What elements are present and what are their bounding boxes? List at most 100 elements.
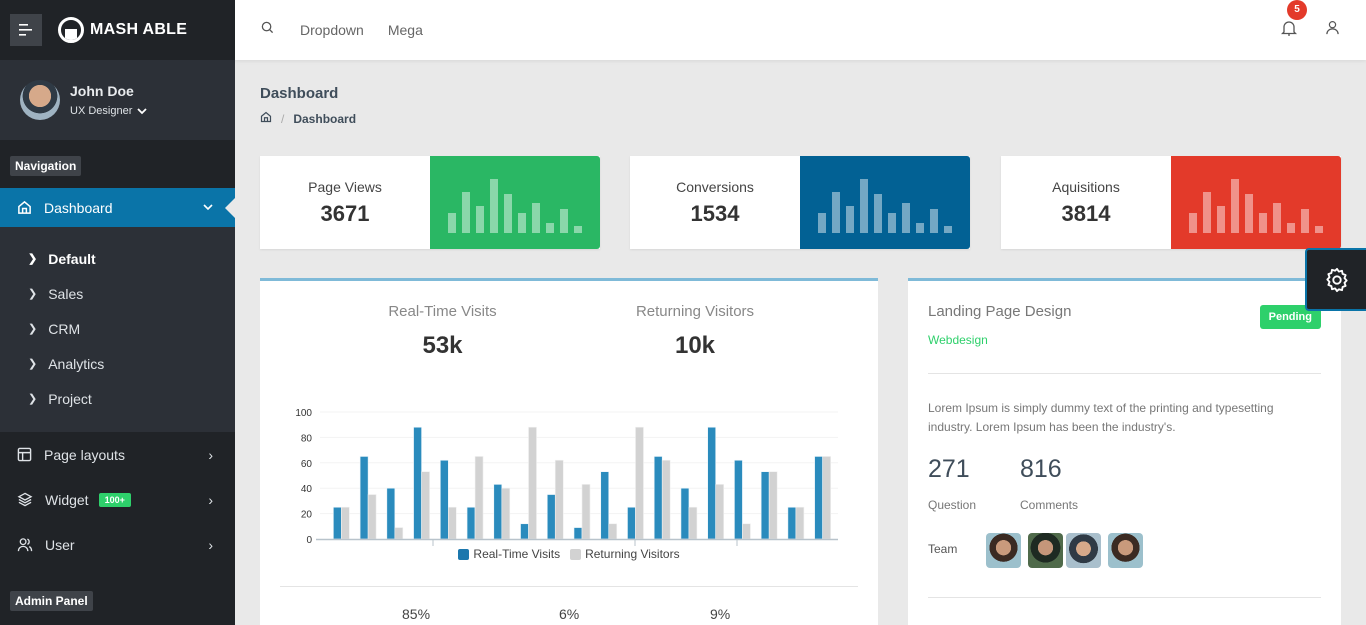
bar-real-time-visits <box>814 456 823 540</box>
breadcrumb: / Dashboard <box>260 111 356 126</box>
team-member-avatar[interactable] <box>1066 533 1101 568</box>
team-member-avatar[interactable] <box>986 533 1021 568</box>
bar-real-time-visits <box>359 456 369 540</box>
search-button[interactable] <box>261 21 274 39</box>
percentage-value: 9% <box>710 606 731 622</box>
sparkline-bar <box>902 203 910 233</box>
admin-panel-caption: Admin Panel <box>10 591 93 611</box>
sparkline-bar <box>1217 205 1225 233</box>
submenu-item-analytics[interactable]: ❯ Analytics <box>0 346 235 381</box>
submenu-label: Default <box>48 250 96 267</box>
kpi-label: Returning Visitors <box>635 303 755 320</box>
bar-returning-visitors <box>394 527 404 540</box>
comments-count: 816 <box>1020 455 1062 483</box>
breadcrumb-home[interactable] <box>260 111 272 126</box>
kpi-returning-visitors: Returning Visitors 10k <box>620 303 770 360</box>
user-role: UX Designer <box>70 105 133 117</box>
sparkline-bar <box>1245 194 1253 233</box>
bar-real-time-visits <box>493 484 503 540</box>
bar-real-time-visits <box>573 527 583 540</box>
sparkline-bar <box>518 212 526 233</box>
breadcrumb-separator: / <box>281 111 285 126</box>
chevron-right-icon: ❯ <box>28 358 38 370</box>
sparkline-bar <box>574 226 582 233</box>
user-role-dropdown[interactable]: UX Designer <box>70 105 147 117</box>
brand-logo[interactable]: MASH ABLE <box>58 17 187 43</box>
divider <box>928 597 1321 598</box>
submenu-label: Analytics <box>48 355 105 372</box>
sidebar-item-widget[interactable]: Widget 100+ › <box>0 477 235 522</box>
team-avatars <box>986 533 1143 568</box>
settings-button[interactable] <box>1305 248 1366 311</box>
bar-real-time-visits <box>546 494 556 540</box>
divider <box>928 373 1321 374</box>
team-label: Team <box>928 542 958 556</box>
submenu-item-crm[interactable]: ❯ CRM <box>0 311 235 346</box>
bar-real-time-visits <box>520 523 529 540</box>
users-icon <box>17 538 33 552</box>
kpi-value: 53k <box>422 332 463 359</box>
sparkline-bar <box>1273 203 1281 233</box>
sparkline-bar <box>874 194 882 233</box>
bar-real-time-visits <box>653 456 663 540</box>
stat-label: Conversions <box>676 178 754 195</box>
y-tick-label: 0 <box>306 535 312 546</box>
sidebar-item-page-layouts[interactable]: Page layouts › <box>0 432 235 477</box>
sparkline-bar <box>462 192 470 233</box>
legend-item-real-time-visits[interactable]: Real-Time Visits <box>458 547 560 561</box>
submenu-item-project[interactable]: ❯ Project <box>0 381 235 416</box>
percentage-value: 85% <box>402 606 431 622</box>
sparkline-bar <box>930 209 938 233</box>
menu-toggle-button[interactable] <box>10 14 42 46</box>
sparkline-bar <box>888 212 896 233</box>
user-profile[interactable]: John Doe UX Designer <box>0 60 235 140</box>
y-tick-label: 40 <box>301 484 313 495</box>
dashboard-submenu: ❯ Default ❯ Sales ❯ CRM ❯ Analytics ❯ Project <box>0 241 235 416</box>
sidebar: MASH ABLE John Doe UX Designer Navigatio… <box>0 0 235 625</box>
submenu-label: Project <box>48 390 92 407</box>
stat-sparkline-panel <box>800 156 970 249</box>
kpi-label: Real-Time Visits <box>388 303 497 320</box>
bar-returning-visitors <box>554 459 564 540</box>
bar-returning-visitors <box>367 494 377 540</box>
y-tick-label: 100 <box>295 408 312 419</box>
breadcrumb-item[interactable]: Dashboard <box>293 112 356 126</box>
mega-menu-link[interactable]: Mega <box>388 22 423 38</box>
team-member-avatar[interactable] <box>1028 533 1063 568</box>
comments-label: Comments <box>1020 498 1079 512</box>
project-category[interactable]: Webdesign <box>928 333 988 347</box>
submenu-item-sales[interactable]: ❯ Sales <box>0 276 235 311</box>
kpi-real-time-visits: Real-Time Visits 53k <box>370 303 515 360</box>
legend-item-returning-visitors[interactable]: Returning Visitors <box>570 547 680 561</box>
bar-real-time-visits <box>680 487 690 540</box>
user-menu-button[interactable] <box>1325 20 1340 40</box>
sparkline-bar <box>504 194 512 233</box>
sparkline-bar <box>1301 209 1309 233</box>
stat-value: 3671 <box>320 200 370 226</box>
sparkline-bar <box>448 212 456 233</box>
nav-caption-area: Navigation <box>0 140 235 188</box>
sidebar-item-user[interactable]: User › <box>0 522 235 567</box>
logo-bar: MASH ABLE <box>0 0 235 60</box>
hamburger-icon <box>19 24 32 36</box>
legend-swatch <box>570 548 582 560</box>
layout-icon <box>17 447 32 462</box>
y-tick-label: 20 <box>301 510 313 521</box>
bar-real-time-visits <box>627 506 636 540</box>
sidebar-item-dashboard[interactable]: Dashboard <box>0 188 235 227</box>
project-title: Landing Page Design <box>928 303 1072 320</box>
submenu-item-default[interactable]: ❯ Default <box>0 241 235 276</box>
notifications-button[interactable]: 5 <box>1280 0 1307 41</box>
stat-card-aquisitions: Aquisitions 3814 <box>1001 156 1341 249</box>
chevron-right-icon: ❯ <box>28 253 38 265</box>
dropdown-menu-link[interactable]: Dropdown <box>300 22 364 38</box>
sparkline-bar <box>1287 223 1295 233</box>
sparkline-bar <box>944 226 952 233</box>
topbar: Dropdown Mega 5 <box>235 0 1366 60</box>
bar-returning-visitors <box>715 484 724 540</box>
sparkline-bar <box>490 178 498 233</box>
bar-returning-visitors <box>768 471 778 540</box>
user-icon <box>1326 20 1339 35</box>
team-member-avatar[interactable] <box>1108 533 1143 568</box>
bar-returning-visitors <box>688 506 698 540</box>
